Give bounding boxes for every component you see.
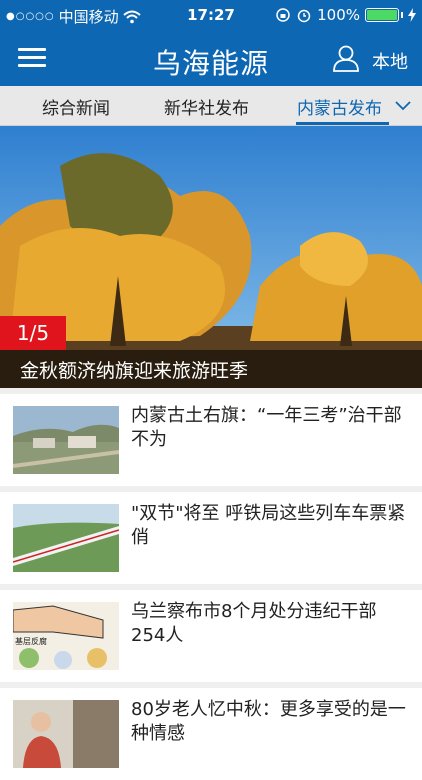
slide-counter: 1/5 bbox=[0, 316, 66, 350]
news-item[interactable]: 内蒙古土右旗：“一年三考”治干部不为 bbox=[0, 394, 422, 486]
news-item[interactable]: "双节"将至 呼铁局这些列车车票紧俏 bbox=[0, 492, 422, 584]
news-title: 乌兰察布市8个月处分违纪干部254人 bbox=[131, 601, 377, 646]
thumbnail-caption: 基层反腐 bbox=[15, 636, 47, 646]
chevron-down-icon[interactable] bbox=[394, 98, 412, 112]
news-thumbnail bbox=[13, 406, 119, 474]
news-thumbnail bbox=[13, 504, 119, 572]
hero-carousel[interactable]: 1/5 金秋额济纳旗迎来旅游旺季 bbox=[0, 126, 422, 388]
status-right: 100% bbox=[275, 6, 416, 24]
battery-icon bbox=[365, 8, 399, 22]
user-icon[interactable] bbox=[332, 44, 360, 72]
tab-inner-mongolia[interactable]: 内蒙古发布 bbox=[297, 94, 382, 119]
battery-tip bbox=[401, 12, 403, 18]
news-title: 80岁老人忆中秋：更多享受的是一种情感 bbox=[131, 699, 406, 744]
charging-icon bbox=[408, 8, 416, 22]
location-button[interactable]: 本地 bbox=[372, 48, 408, 74]
alarm-icon bbox=[297, 9, 311, 23]
news-thumbnail bbox=[13, 700, 119, 768]
tab-general-news[interactable]: 综合新闻 bbox=[42, 94, 110, 119]
app-header: ●○○○○ 中国移动 17:27 100% 乌海能源 本地 bbox=[0, 0, 422, 86]
orientation-lock-icon bbox=[276, 8, 290, 22]
hero-caption[interactable]: 金秋额济纳旗迎来旅游旺季 bbox=[0, 350, 422, 388]
active-tab-indicator bbox=[296, 122, 389, 125]
news-title: 内蒙古土右旗：“一年三考”治干部不为 bbox=[131, 405, 402, 450]
tab-xinhua[interactable]: 新华社发布 bbox=[164, 94, 249, 119]
news-item[interactable]: 基层反腐 乌兰察布市8个月处分违纪干部254人 bbox=[0, 590, 422, 682]
battery-percent: 100% bbox=[317, 6, 360, 24]
news-item[interactable]: 80岁老人忆中秋：更多享受的是一种情感 bbox=[0, 688, 422, 780]
category-tabs: 综合新闻 新华社发布 内蒙古发布 bbox=[0, 86, 422, 126]
news-thumbnail: 基层反腐 bbox=[13, 602, 119, 670]
news-title: "双节"将至 呼铁局这些列车车票紧俏 bbox=[131, 503, 406, 548]
status-bar: ●○○○○ 中国移动 17:27 100% bbox=[0, 0, 422, 30]
